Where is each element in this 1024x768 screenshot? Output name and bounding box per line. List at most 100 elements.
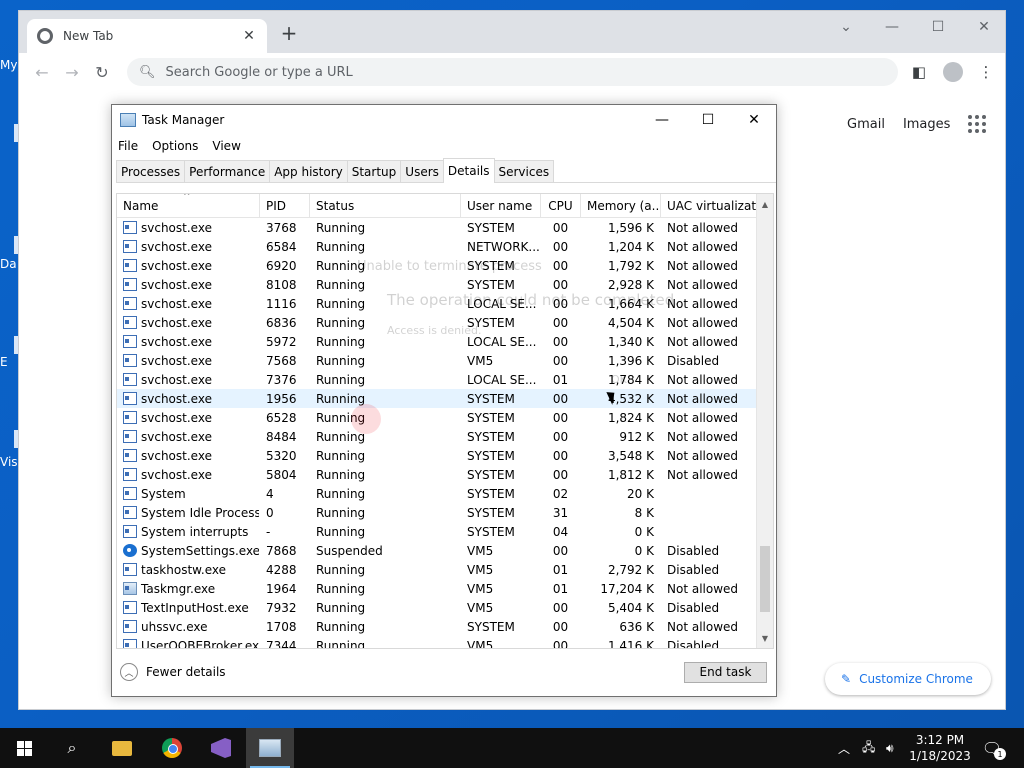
maximize-button[interactable]: ☐ xyxy=(685,105,731,135)
table-row[interactable]: svchost.exe 6920 Running SYSTEM 00 1,792 K Not… xyxy=(117,256,773,275)
process-cpu-text: 00 xyxy=(552,353,569,368)
desktop-icon-label[interactable]: My xyxy=(0,58,17,72)
column-header-memory[interactable]: Memory (a... xyxy=(581,194,661,217)
process-pid-text: 4 xyxy=(266,486,274,501)
fewer-details-button[interactable]: ︿ Fewer details xyxy=(120,663,226,681)
process-user: VM5 xyxy=(461,351,541,370)
tab-users[interactable]: Users xyxy=(400,160,444,182)
table-row[interactable]: uhssvc.exe 1708 Running SYSTEM 00 636 K Not al… xyxy=(117,617,773,636)
menu-file[interactable]: File xyxy=(118,139,138,153)
table-row[interactable]: svchost.exe 3768 Running SYSTEM 00 1,596 K Not… xyxy=(117,218,773,237)
end-task-button[interactable]: End task xyxy=(684,661,767,683)
column-header-user[interactable]: User name xyxy=(461,194,541,217)
kebab-menu-icon[interactable]: ⋮ xyxy=(972,58,1000,86)
notification-center-icon[interactable]: 🗨︎ 1 xyxy=(980,736,1006,760)
table-row[interactable]: TextInputHost.exe 7932 Running VM5 00 5,404 K… xyxy=(117,598,773,617)
process-pid-text: 3768 xyxy=(266,220,297,235)
new-tab-button[interactable]: + xyxy=(278,23,300,43)
scroll-down-arrow-icon[interactable]: ▼ xyxy=(757,630,773,646)
network-icon[interactable]: 🖧︎ xyxy=(862,728,875,768)
customize-chrome-button[interactable]: ✎ Customize Chrome xyxy=(825,663,991,695)
process-icon xyxy=(123,601,137,614)
process-status-text: Running xyxy=(316,581,366,596)
menu-view[interactable]: View xyxy=(212,139,240,153)
table-row[interactable]: svchost.exe 6584 Running NETWORK... 00 1,204 … xyxy=(117,237,773,256)
process-cpu-text: 00 xyxy=(552,220,569,235)
scrollbar-thumb[interactable] xyxy=(760,546,770,612)
table-row[interactable]: svchost.exe 5972 Running LOCAL SE... 00 1,340… xyxy=(117,332,773,351)
minimize-button[interactable]: — xyxy=(639,105,685,135)
back-arrow-icon[interactable]: ← xyxy=(27,57,57,87)
table-row[interactable]: svchost.exe 5804 Running SYSTEM 00 1,812 K Not… xyxy=(117,465,773,484)
google-apps-grid-icon[interactable] xyxy=(968,115,987,133)
table-row[interactable]: svchost.exe 6836 Running SYSTEM 00 4,504 K Not… xyxy=(117,313,773,332)
maximize-button[interactable]: ☐ xyxy=(915,11,961,43)
profile-avatar-icon[interactable] xyxy=(939,58,967,86)
table-row[interactable]: svchost.exe 7376 Running LOCAL SE... 01 1,784… xyxy=(117,370,773,389)
task-manager-titlebar[interactable]: Task Manager — ☐ ✕ xyxy=(112,105,776,135)
table-row[interactable]: svchost.exe 6528 Running SYSTEM 00 1,824 K Not… xyxy=(117,408,773,427)
table-row[interactable]: SystemSettings.exe 7868 Suspended VM5 00 0 K D… xyxy=(117,541,773,560)
tab-performance[interactable]: Performance xyxy=(184,160,271,182)
table-row[interactable]: svchost.exe 8108 Running SYSTEM 00 2,928 K Not… xyxy=(117,275,773,294)
windows-start-icon[interactable] xyxy=(0,728,48,768)
tab-services[interactable]: Services xyxy=(493,160,555,182)
volume-icon[interactable]: 🔊︎ xyxy=(886,728,894,768)
tab-app-history[interactable]: App history xyxy=(269,160,348,182)
table-row[interactable]: taskhostw.exe 4288 Running VM5 01 2,792 K Disa… xyxy=(117,560,773,579)
table-row[interactable]: System Idle Process 0 Running SYSTEM 31 8 K xyxy=(117,503,773,522)
forward-arrow-icon[interactable]: → xyxy=(57,57,87,87)
visual-studio-icon[interactable] xyxy=(197,728,245,768)
process-cpu: 00 xyxy=(541,465,581,484)
scroll-up-arrow-icon[interactable]: ▲ xyxy=(757,196,773,212)
table-row[interactable]: svchost.exe 8484 Running SYSTEM 00 912 K Not a… xyxy=(117,427,773,446)
process-status-text: Running xyxy=(316,448,366,463)
process-user: NETWORK... xyxy=(461,237,541,256)
close-button[interactable]: ✕ xyxy=(731,105,777,135)
gmail-link[interactable]: Gmail xyxy=(847,117,885,132)
column-header-cpu[interactable]: CPU xyxy=(541,194,581,217)
column-header-status[interactable]: Status xyxy=(310,194,461,217)
process-user-text: SYSTEM xyxy=(467,315,515,330)
images-link[interactable]: Images xyxy=(903,117,951,132)
process-user-text: SYSTEM xyxy=(467,258,515,273)
process-status-text: Running xyxy=(316,391,366,406)
desktop-icon-label[interactable]: E xyxy=(0,355,8,369)
table-row[interactable]: svchost.exe 1116 Running LOCAL SE... 00 1,664… xyxy=(117,294,773,313)
show-hidden-icons-chevron-icon[interactable]: ︿ xyxy=(838,728,850,768)
menu-options[interactable]: Options xyxy=(152,139,198,153)
process-rows: svchost.exe 3768 Running SYSTEM 00 1,596 K Not… xyxy=(117,218,773,648)
tab-search-chevron-icon[interactable]: ⌄ xyxy=(823,11,869,43)
close-window-button[interactable]: ✕ xyxy=(961,11,1007,43)
table-row[interactable]: svchost.exe 1956 Running SYSTEM 00 4,532 K Not… xyxy=(117,389,773,408)
desktop-icon-label[interactable]: Da xyxy=(0,257,17,271)
process-user-text: SYSTEM xyxy=(467,277,515,292)
table-row[interactable]: System 4 Running SYSTEM 02 20 K xyxy=(117,484,773,503)
vertical-scrollbar[interactable]: ▲ ▼ xyxy=(756,194,773,648)
system-clock[interactable]: 3:12 PM 1/18/2023 xyxy=(907,732,973,764)
side-panel-icon[interactable]: ◧ xyxy=(905,58,933,86)
reload-icon[interactable]: ↻ xyxy=(87,57,117,87)
process-uac-text: Disabled xyxy=(667,543,720,558)
process-icon xyxy=(123,297,137,310)
column-header-pid[interactable]: PID xyxy=(260,194,310,217)
desktop-icon-label[interactable]: Vis xyxy=(0,455,18,469)
tab-startup[interactable]: Startup xyxy=(346,160,402,182)
minimize-button[interactable]: — xyxy=(869,11,915,43)
tab-new-tab[interactable]: New Tab ✕ xyxy=(27,19,267,53)
table-row[interactable]: System interrupts - Running SYSTEM 04 0 K xyxy=(117,522,773,541)
column-header-uac[interactable]: UAC virtualizat... xyxy=(661,194,757,217)
file-explorer-icon[interactable] xyxy=(98,728,146,768)
tab-details[interactable]: Details xyxy=(442,158,495,183)
process-cpu: 00 xyxy=(541,389,581,408)
search-icon[interactable]: ⌕ xyxy=(48,728,96,768)
table-row[interactable]: Taskmgr.exe 1964 Running VM5 01 17,204 K Not a… xyxy=(117,579,773,598)
tab-processes[interactable]: Processes xyxy=(116,160,186,182)
table-row[interactable]: svchost.exe 7568 Running VM5 00 1,396 K Disabl… xyxy=(117,351,773,370)
process-uac-text: Not allowed xyxy=(667,429,739,444)
tab-close-icon[interactable]: ✕ xyxy=(241,28,257,44)
omnibox[interactable]: 🔍︎ Search Google or type a URL xyxy=(127,58,898,86)
table-row[interactable]: svchost.exe 5320 Running SYSTEM 00 3,548 K Not… xyxy=(117,446,773,465)
task-manager-icon[interactable] xyxy=(246,728,294,768)
chrome-icon[interactable] xyxy=(148,728,196,768)
